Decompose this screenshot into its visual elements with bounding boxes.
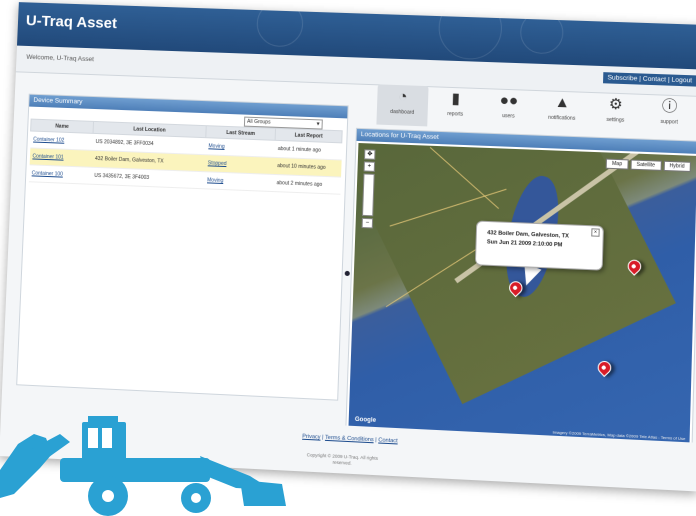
stream-cell: Moving xyxy=(203,171,274,192)
zoom-slider[interactable] xyxy=(362,173,375,217)
map-marker-icon[interactable] xyxy=(594,358,615,378)
chevron-down-icon: ▼ xyxy=(315,121,321,128)
privacy-link[interactable]: Privacy xyxy=(302,434,321,441)
header-decoration xyxy=(519,10,564,55)
panel-splitter[interactable] xyxy=(344,270,350,277)
top-links-text[interactable]: Subscribe | Contact | Logout xyxy=(607,74,692,84)
backhoe-silhouette xyxy=(0,416,286,516)
nav-support[interactable]: ⓘ support xyxy=(643,94,696,137)
device-summary-panel: Device Summary All Groups ▼ Name Last Lo… xyxy=(16,93,349,401)
app-title: U-Traq Asset xyxy=(25,12,118,33)
backhoe-body xyxy=(60,458,210,482)
info-icon: ⓘ xyxy=(661,97,678,116)
backhoe-wheel-hub xyxy=(102,490,114,502)
device-table: Name Last Location Last Stream Last Repo… xyxy=(28,119,343,195)
nav-label: users xyxy=(501,113,515,120)
stream-link[interactable]: Stopped xyxy=(208,160,227,167)
device-link[interactable]: Container 100 xyxy=(32,170,63,177)
stream-link[interactable]: Moving xyxy=(208,143,224,150)
copyright-text: Copyright © 2009 U-Traq. All rights rese… xyxy=(306,452,378,466)
map-type-control: Map Satellite Hybrid xyxy=(605,158,691,173)
header-decoration xyxy=(437,2,503,61)
gears-icon: ⚙ xyxy=(608,95,623,114)
scene: U-Traq Asset Welcome, U-Traq Asset Subsc… xyxy=(0,0,696,516)
google-logo: Google xyxy=(354,416,377,424)
device-link[interactable]: Container 101 xyxy=(32,153,63,160)
document-icon: ▮ xyxy=(451,89,461,108)
device-link[interactable]: Container 102 xyxy=(33,137,64,144)
gauge-icon: ◔ xyxy=(397,88,408,106)
nav-label: reports xyxy=(447,111,464,118)
location-cell: US 3435672, 3E 3F4003 xyxy=(90,167,205,189)
nav-dashboard[interactable]: ◔ dashboard xyxy=(376,84,429,127)
group-select-value: All Groups xyxy=(246,118,271,126)
backhoe-wheel-hub xyxy=(191,493,201,503)
nav-settings[interactable]: ⚙ settings xyxy=(589,92,642,134)
info-window-time: Sun Jun 21 2009 2:10:00 PM xyxy=(486,239,563,249)
nav-notifications[interactable]: ▲ notifications xyxy=(536,90,589,132)
device-summary-title: Device Summary xyxy=(29,94,348,119)
satellite-map[interactable]: ✥ + − Map Satellite Hybrid × 432 Boiler … xyxy=(348,143,696,444)
map-panel: Locations for U-Traq Asset ✥ + − Map Sat… xyxy=(345,127,696,447)
header-decoration xyxy=(255,2,304,48)
nav-reports[interactable]: ▮ reports xyxy=(429,86,481,128)
map-type-map[interactable]: Map xyxy=(605,158,629,170)
map-type-satellite[interactable]: Satellite xyxy=(630,159,662,171)
nav-label: dashboard xyxy=(390,108,415,116)
map-type-hybrid[interactable]: Hybrid xyxy=(663,160,691,173)
info-window: × 432 Boiler Dam, Galveston, TX Sun Jun … xyxy=(474,220,604,271)
zoom-in-button[interactable]: + xyxy=(363,161,376,172)
nav-users[interactable]: ●● users xyxy=(482,88,535,130)
terms-link[interactable]: Terms & Conditions xyxy=(325,435,374,444)
backhoe-window xyxy=(102,428,112,448)
backhoe-loader-bucket xyxy=(240,480,286,506)
nav-label: support xyxy=(660,118,678,126)
map-zoom-control: ✥ + − xyxy=(361,149,376,232)
nav-label: notifications xyxy=(548,114,576,122)
device-name-cell: Container 100 xyxy=(28,164,92,185)
backhoe-window xyxy=(88,428,98,448)
footer-links: Privacy | Terms & Conditions | Contact xyxy=(302,433,398,445)
close-icon[interactable]: × xyxy=(591,228,600,237)
nav-label: settings xyxy=(606,116,625,124)
users-icon: ●● xyxy=(499,91,519,110)
report-cell: about 2 minutes ago xyxy=(273,174,341,195)
backhoe-roof xyxy=(88,416,118,424)
warning-icon: ▲ xyxy=(554,93,571,112)
contact-link[interactable]: Contact xyxy=(378,437,398,444)
zoom-out-button[interactable]: − xyxy=(361,217,374,229)
stream-link[interactable]: Moving xyxy=(207,177,223,184)
pan-icon[interactable]: ✥ xyxy=(364,149,376,160)
